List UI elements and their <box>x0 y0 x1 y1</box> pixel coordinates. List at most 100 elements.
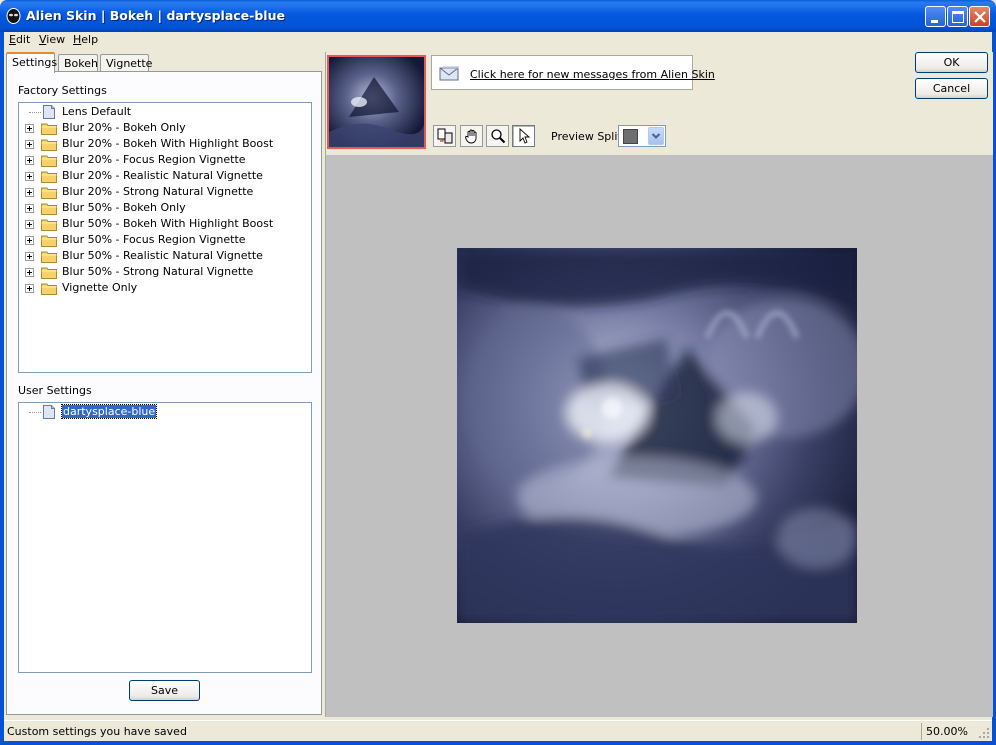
bokeh-preview-image <box>457 248 857 623</box>
tree-item[interactable]: Blur 20% - Bokeh Only <box>19 120 311 136</box>
cancel-button[interactable]: Cancel <box>915 78 988 99</box>
tree-item[interactable]: Blur 50% - Bokeh Only <box>19 200 311 216</box>
tab-bokeh[interactable]: Bokeh <box>58 54 98 72</box>
dropdown-arrow[interactable] <box>648 127 664 145</box>
factory-settings-label: Factory Settings <box>18 84 107 97</box>
tree-item-label: Blur 50% - Bokeh Only <box>62 201 186 214</box>
chevron-down-icon <box>651 133 661 139</box>
tree-item-label: Blur 20% - Realistic Natural Vignette <box>62 169 263 182</box>
magnifier-icon <box>491 129 506 144</box>
preview-image[interactable] <box>457 248 857 623</box>
envelope-icon[interactable] <box>439 65 461 82</box>
minimize-icon <box>931 20 938 23</box>
tree-item-label: Blur 20% - Bokeh With Highlight Boost <box>62 137 274 150</box>
folder-icon <box>41 283 57 295</box>
menu-edit[interactable]: Edit <box>9 33 30 46</box>
folder-icon <box>41 139 57 151</box>
tree-item-label: Blur 20% - Bokeh Only <box>62 121 186 134</box>
alien-skin-app-icon[interactable] <box>6 8 21 24</box>
title-bar[interactable]: Alien Skin | Bokeh | dartysplace-blue <box>0 0 996 32</box>
hand-tool-button[interactable] <box>460 125 483 147</box>
expand-toggle-icon[interactable] <box>25 140 34 149</box>
preview-split-label: Preview Split: <box>551 130 626 143</box>
tree-item-label: Blur 50% - Realistic Natural Vignette <box>62 249 263 262</box>
expand-toggle-icon[interactable] <box>25 220 34 229</box>
compare-icon <box>437 128 453 144</box>
menu-help[interactable]: Help <box>73 33 98 46</box>
zoom-level: 50.00% <box>926 725 968 738</box>
document-icon <box>43 405 55 419</box>
messages-banner: Click here for new messages from Alien S… <box>431 55 715 90</box>
tab-settings[interactable]: Settings <box>6 52 57 73</box>
tree-item[interactable]: Blur 50% - Realistic Natural Vignette <box>19 248 311 264</box>
tree-item[interactable]: Blur 20% - Strong Natural Vignette <box>19 184 311 200</box>
resize-grip-icon[interactable] <box>978 727 990 739</box>
compare-tool-button[interactable] <box>433 125 456 147</box>
close-button[interactable] <box>969 6 990 27</box>
tree-item[interactable]: Blur 50% - Bokeh With Highlight Boost <box>19 216 311 232</box>
tree-item-label: Blur 20% - Focus Region Vignette <box>62 153 246 166</box>
pointer-tool-button[interactable] <box>512 125 535 147</box>
menu-view[interactable]: View <box>39 33 65 46</box>
tree-item[interactable]: Blur 20% - Realistic Natural Vignette <box>19 168 311 184</box>
user-settings-tree[interactable]: dartysplace-blue <box>18 402 312 673</box>
folder-icon <box>41 203 57 215</box>
tree-item[interactable]: dartysplace-blue <box>19 404 311 420</box>
tree-item[interactable]: Blur 50% - Focus Region Vignette <box>19 232 311 248</box>
user-settings-label: User Settings <box>18 384 92 397</box>
tree-connector <box>29 112 41 113</box>
status-bar: Custom settings you have saved 50.00% <box>4 720 992 741</box>
status-text: Custom settings you have saved <box>7 725 187 738</box>
expand-toggle-icon[interactable] <box>25 284 34 293</box>
tree-item[interactable]: Vignette Only <box>19 280 311 296</box>
tree-item-label: dartysplace-blue <box>60 404 158 419</box>
tree-item-label: Vignette Only <box>62 281 138 294</box>
preview-split-select[interactable] <box>618 125 666 147</box>
alien-skin-messages-link[interactable]: Click here for new messages from Alien S… <box>470 68 715 81</box>
zoom-tool-button[interactable] <box>486 125 509 147</box>
factory-settings-tree[interactable]: Lens Default Blur 20% - Bokeh Only Blur 20… <box>18 102 312 373</box>
tree-item[interactable]: Blur 50% - Strong Natural Vignette <box>19 264 311 280</box>
maximize-button[interactable] <box>947 6 968 27</box>
ok-button[interactable]: OK <box>915 52 988 73</box>
tree-item[interactable]: Blur 20% - Focus Region Vignette <box>19 152 311 168</box>
folder-icon <box>41 267 57 279</box>
save-button[interactable]: Save <box>129 680 200 701</box>
tree-item-label: Lens Default <box>62 105 132 118</box>
expand-toggle-icon[interactable] <box>25 172 34 181</box>
folder-icon <box>41 235 57 247</box>
menu-bar: Edit View Help <box>4 32 992 50</box>
minimize-button[interactable] <box>925 6 946 27</box>
window-frame-bottom <box>0 741 996 745</box>
expand-toggle-icon[interactable] <box>25 252 34 261</box>
expand-toggle-icon[interactable] <box>25 204 34 213</box>
window-frame-left <box>0 32 4 745</box>
tree-item-label: Blur 50% - Focus Region Vignette <box>62 233 246 246</box>
preview-split-swatch <box>623 129 638 144</box>
expand-toggle-icon[interactable] <box>25 236 34 245</box>
tree-item[interactable]: Blur 20% - Bokeh With Highlight Boost <box>19 136 311 152</box>
maximize-icon <box>952 11 964 23</box>
tree-item-label: Blur 50% - Bokeh With Highlight Boost <box>62 217 274 230</box>
tree-item[interactable]: Lens Default <box>19 104 311 120</box>
folder-icon <box>41 123 57 135</box>
arrow-pointer-icon <box>519 128 531 144</box>
navigator-thumbnail[interactable] <box>327 55 426 149</box>
expand-toggle-icon[interactable] <box>25 156 34 165</box>
document-icon <box>43 105 55 119</box>
folder-icon <box>41 187 57 199</box>
tree-connector <box>29 412 41 413</box>
folder-icon <box>41 171 57 183</box>
expand-toggle-icon[interactable] <box>25 188 34 197</box>
close-icon <box>974 11 986 23</box>
tree-item-label: Blur 50% - Strong Natural Vignette <box>62 265 254 278</box>
folder-icon <box>41 219 57 231</box>
hand-icon <box>465 129 477 144</box>
expand-toggle-icon[interactable] <box>25 124 34 133</box>
expand-toggle-icon[interactable] <box>25 268 34 277</box>
tab-vignette[interactable]: Vignette <box>100 54 152 72</box>
window-title: Alien Skin | Bokeh | dartysplace-blue <box>26 8 285 23</box>
tree-item-label: Blur 20% - Strong Natural Vignette <box>62 185 254 198</box>
thumbnail-image[interactable] <box>329 57 424 147</box>
status-divider <box>921 723 922 740</box>
